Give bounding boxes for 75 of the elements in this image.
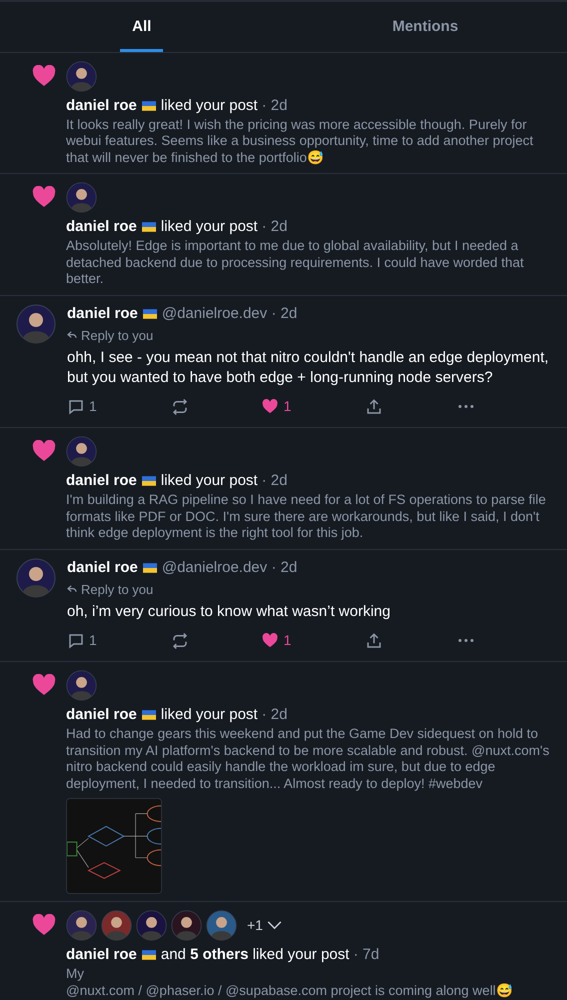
post-text: ohh, I see - you mean not that nitro couldn't handle an edge deployment, but you wanted to have both edge + long-running node servers? bbox=[67, 348, 550, 388]
user-name[interactable]: daniel roe bbox=[66, 217, 137, 237]
flag-icon bbox=[142, 308, 157, 318]
timestamp: · 2d bbox=[262, 471, 288, 491]
notification-action: liked your post bbox=[160, 705, 258, 725]
comment-button[interactable]: 1 bbox=[67, 630, 97, 651]
reply-icon bbox=[67, 585, 77, 594]
flag-icon bbox=[142, 562, 157, 572]
flag-icon bbox=[142, 100, 156, 110]
avatar[interactable] bbox=[171, 910, 202, 941]
tab[interactable]: All bbox=[0, 2, 284, 52]
notification-action: liked your post bbox=[160, 96, 258, 116]
avatar[interactable] bbox=[66, 436, 97, 467]
more-button[interactable] bbox=[456, 404, 475, 409]
share-button[interactable] bbox=[365, 632, 384, 650]
post-text: Had to change gears this weekend and put the Game Dev sidequest on hold to transition my AI platform's backend to be more scalable and robust. @nuxt.com's nitro backend could easily handle the workload im sure, but due to edge deployment, I needed to transition... Almost ready to deploy! #webdev bbox=[66, 726, 550, 792]
heart-icon bbox=[32, 186, 56, 208]
share-icon bbox=[365, 632, 384, 650]
timestamp: · 2d bbox=[262, 705, 288, 725]
repost-button[interactable] bbox=[170, 398, 189, 416]
timestamp: · 2d bbox=[262, 217, 288, 237]
avatar[interactable] bbox=[16, 558, 56, 598]
heart-icon bbox=[32, 440, 56, 462]
flag-icon bbox=[142, 710, 156, 720]
post-text: My @nuxt.com / @phaser.io / @supabase.com project is coming along well😅 bbox=[66, 966, 514, 999]
user-handle: @danielroe.dev · 2d bbox=[162, 304, 298, 324]
reply-label: Reply to you bbox=[81, 326, 154, 345]
user-name[interactable]: daniel roe bbox=[67, 304, 138, 324]
user-handle: @danielroe.dev · 2d bbox=[162, 558, 298, 578]
flag-icon bbox=[142, 222, 156, 232]
post-text: oh, i’m very curious to know what wasn’t working bbox=[67, 602, 392, 622]
notification-action: liked your post bbox=[160, 217, 258, 237]
like-button[interactable]: 1 bbox=[262, 630, 292, 651]
avatar[interactable] bbox=[66, 910, 97, 941]
user-name[interactable]: daniel roe bbox=[66, 945, 137, 965]
reply-label: Reply to you bbox=[81, 580, 154, 599]
comment-icon bbox=[67, 398, 85, 416]
repost-button[interactable] bbox=[170, 632, 189, 650]
notification-action: liked your post bbox=[160, 471, 258, 491]
timestamp: · 7d bbox=[353, 945, 380, 965]
user-name[interactable]: daniel roe bbox=[66, 471, 137, 491]
tab[interactable]: Mentions bbox=[284, 2, 567, 52]
post-text: Absolutely! Edge is important to me due to global availability, but I needed a detached backend due to processing requirements. I could have worded that better. bbox=[66, 238, 525, 288]
user-name[interactable]: daniel roe bbox=[66, 705, 137, 725]
user-name[interactable]: daniel roe bbox=[66, 96, 137, 116]
avatar[interactable] bbox=[206, 910, 237, 941]
chevron-down-icon[interactable] bbox=[266, 921, 282, 930]
flag-icon bbox=[142, 476, 156, 486]
more-icon bbox=[456, 404, 475, 409]
repost-icon bbox=[170, 398, 189, 416]
comment-icon bbox=[67, 632, 85, 650]
share-button[interactable] bbox=[365, 398, 384, 416]
notification-action: and 5 others liked your post bbox=[160, 945, 350, 965]
share-icon bbox=[365, 398, 384, 416]
avatar[interactable] bbox=[66, 60, 97, 92]
timestamp: · 2d bbox=[262, 96, 288, 116]
heart-icon bbox=[32, 64, 56, 86]
repost-icon bbox=[170, 632, 189, 650]
avatar[interactable] bbox=[66, 670, 97, 701]
post-text: It looks really great! I wish the pricing was more accessible though. Purely for webui features. Seems like a business opportunity, time to add another project that will never be finished to the portfolio😅 bbox=[66, 116, 534, 166]
heart-icon bbox=[32, 674, 56, 696]
comment-button[interactable]: 1 bbox=[67, 396, 97, 417]
post-text: I'm building a RAG pipeline so I have need for a lot of FS operations to parse file formats like PDF or DOC. I'm sure there are workarounds, but like I said, I don't think edge deployment is the right tool for this job. bbox=[66, 492, 547, 542]
more-button[interactable] bbox=[456, 638, 475, 643]
flag-icon bbox=[142, 950, 156, 960]
reply-icon bbox=[67, 331, 77, 340]
heart-icon bbox=[32, 914, 56, 936]
avatar[interactable] bbox=[16, 304, 56, 344]
more-count: +1 bbox=[247, 916, 263, 935]
more-icon bbox=[456, 638, 475, 643]
avatar[interactable] bbox=[136, 910, 167, 941]
avatar[interactable] bbox=[66, 182, 97, 213]
avatar[interactable] bbox=[101, 910, 132, 941]
user-name[interactable]: daniel roe bbox=[67, 558, 138, 578]
like-button[interactable]: 1 bbox=[262, 396, 292, 417]
